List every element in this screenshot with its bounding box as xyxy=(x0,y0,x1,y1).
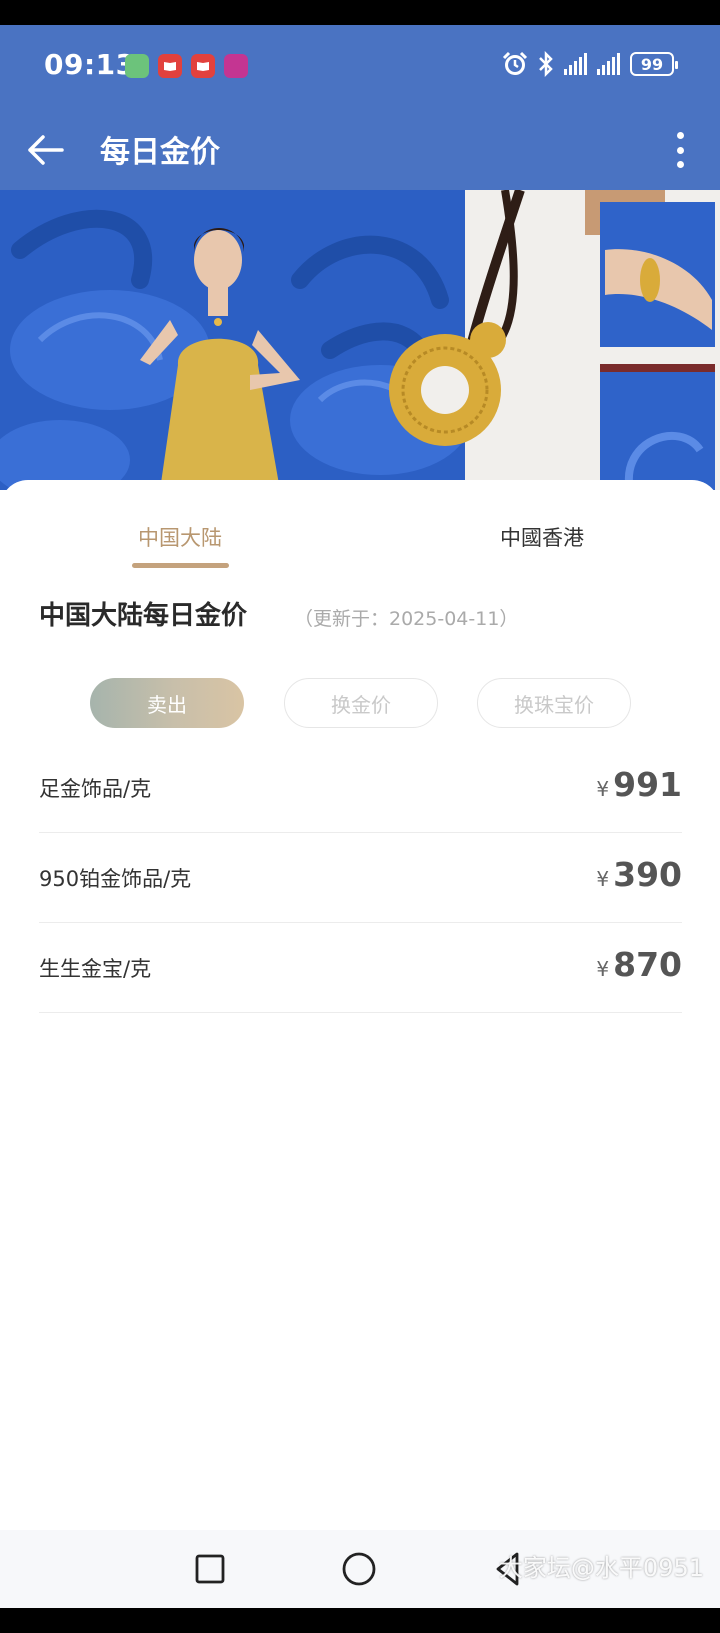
app-bar: 每日金价 xyxy=(0,110,720,190)
gold-price-card: 中国大陆 中國香港 中国大陆每日金价 （更新于：2025-04-11） 卖出 换… xyxy=(0,480,720,1520)
recent-apps-button[interactable] xyxy=(187,1546,233,1592)
watermark-text: 大家坛@水平0951 xyxy=(498,1554,704,1582)
sell-price-button[interactable]: 卖出 xyxy=(90,678,244,728)
tab-hong-kong[interactable]: 中國香港 xyxy=(442,522,642,552)
price-value: ¥ 390 xyxy=(596,855,682,894)
promo-banner[interactable] xyxy=(0,190,720,490)
price-amount: 390 xyxy=(613,855,682,894)
price-amount: 870 xyxy=(613,945,682,984)
alarm-icon xyxy=(502,51,528,75)
status-bar: 09:13 99 xyxy=(0,25,720,110)
more-options-button[interactable] xyxy=(670,128,690,172)
bluetooth-icon xyxy=(539,51,553,77)
section-title: 中国大陆每日金价 xyxy=(39,601,248,631)
currency-symbol: ¥ xyxy=(596,777,610,801)
price-item-name: 生生金宝/克 xyxy=(39,957,152,981)
red-book-app-icon xyxy=(158,54,182,78)
price-row: 足金饰品/克 ¥ 991 xyxy=(39,743,682,833)
signal-icon xyxy=(597,53,620,75)
more-vertical-icon xyxy=(676,132,684,139)
price-item-name: 足金饰品/克 xyxy=(39,777,152,801)
square-icon xyxy=(195,1554,225,1584)
pink-app-icon xyxy=(224,54,248,78)
back-button[interactable] xyxy=(24,128,68,172)
battery-level: 99 xyxy=(640,54,664,74)
green-app-icon xyxy=(125,54,149,78)
price-amount: 991 xyxy=(613,765,682,804)
phone-screen: 09:13 99 每日金价 中国大陆 中國香港 中国大陆每日金价 （更新于：20… xyxy=(0,25,720,1608)
battery-icon: 99 xyxy=(630,52,678,76)
price-value: ¥ 991 xyxy=(596,765,682,804)
red-book-app-icon xyxy=(191,54,215,78)
banner-artwork xyxy=(0,190,720,490)
notification-icons xyxy=(125,54,248,78)
exchange-jewelry-price-button[interactable]: 换珠宝价 xyxy=(477,678,631,728)
currency-symbol: ¥ xyxy=(596,867,610,891)
price-value: ¥ 870 xyxy=(596,945,682,984)
page-title: 每日金价 xyxy=(100,135,220,170)
status-time: 09:13 xyxy=(44,48,136,81)
price-row: 生生金宝/克 ¥ 870 xyxy=(39,923,682,1013)
currency-symbol: ¥ xyxy=(596,957,610,981)
home-button[interactable] xyxy=(336,1546,382,1592)
price-item-name: 950铂金饰品/克 xyxy=(39,867,192,891)
price-row: 950铂金饰品/克 ¥ 390 xyxy=(39,833,682,923)
update-date: （更新于：2025-04-11） xyxy=(294,608,519,630)
status-indicators: 99 xyxy=(502,51,678,77)
signal-icon xyxy=(564,53,587,75)
circle-icon xyxy=(342,1552,376,1586)
active-tab-indicator xyxy=(132,563,229,568)
exchange-gold-price-button[interactable]: 换金价 xyxy=(284,678,438,728)
tab-mainland-china[interactable]: 中国大陆 xyxy=(80,522,280,552)
arrow-left-icon xyxy=(28,135,64,165)
